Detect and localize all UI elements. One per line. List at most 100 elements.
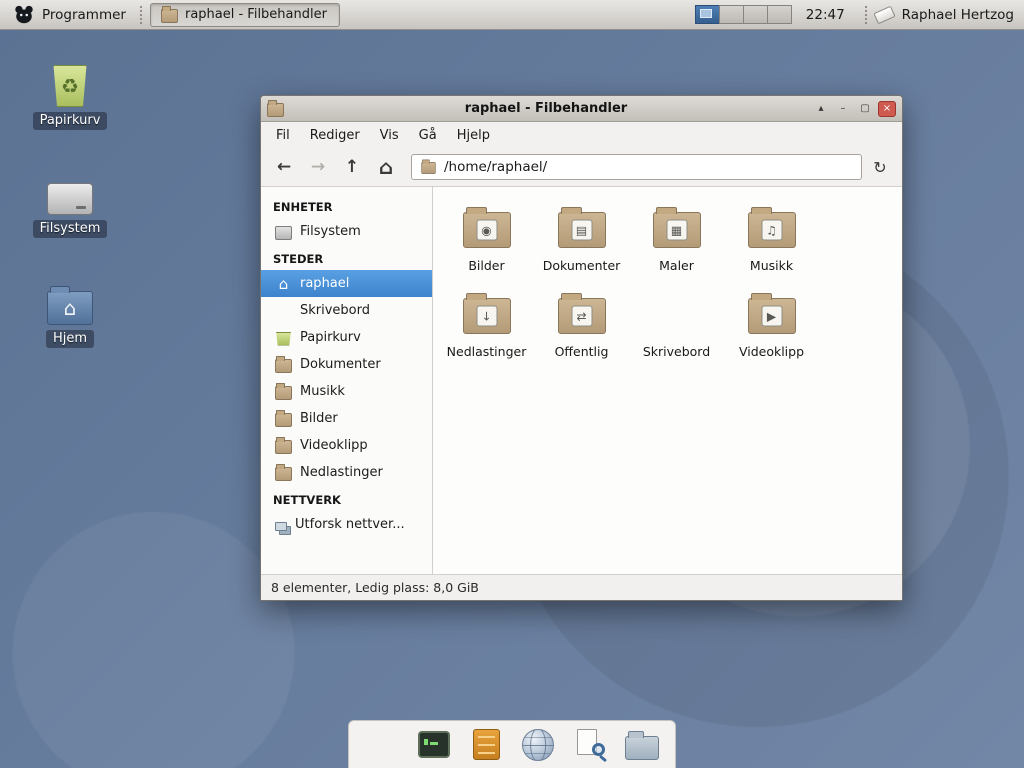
applications-menu[interactable]: Programmer <box>6 2 132 28</box>
terminal-launcher[interactable] <box>413 725 455 765</box>
file-name: Offentlig <box>534 344 629 359</box>
sidebar-item-label: Musikk <box>300 384 345 399</box>
home-button[interactable]: ⌂ <box>371 153 401 181</box>
menu-help[interactable]: Hjelp <box>448 125 499 146</box>
shade-button[interactable]: ▴ <box>812 101 830 117</box>
camera-emblem-icon: ◉ <box>476 220 497 241</box>
workspace-1[interactable] <box>695 5 720 24</box>
file-name: Bilder <box>439 258 534 273</box>
forward-button[interactable]: → <box>303 153 333 181</box>
xfce-logo-icon <box>12 3 36 27</box>
sidebar-item-label: Bilder <box>300 411 338 426</box>
file-item-skrivebord[interactable]: Skrivebord <box>629 285 724 359</box>
sidebar-item-pictures[interactable]: Bilder <box>261 405 432 432</box>
drive-icon <box>47 183 93 215</box>
house-glyph: ⌂ <box>64 296 77 320</box>
sidebar-item-label: Utforsk nettver... <box>295 517 405 532</box>
menu-view[interactable]: Vis <box>371 125 408 146</box>
file-item-bilder[interactable]: ◉ Bilder <box>439 199 534 273</box>
user-avatar-icon <box>873 5 895 24</box>
file-manager-launcher[interactable] <box>621 725 663 765</box>
folder-icon: ↓ <box>463 298 511 334</box>
workspace-2[interactable] <box>719 5 744 24</box>
music-emblem-icon: ♫ <box>761 220 782 241</box>
sidebar-item-trash[interactable]: Papirkurv <box>261 324 432 351</box>
dock <box>348 720 676 768</box>
sidebar-item-label: Nedlastinger <box>300 465 383 480</box>
menu-edit[interactable]: Rediger <box>301 125 369 146</box>
share-emblem-icon: ⇄ <box>571 306 592 327</box>
taskbar-button-label: raphael - Filbehandler <box>185 7 327 22</box>
sidebar-item-network[interactable]: Utforsk nettver... <box>261 511 432 538</box>
workspace-window-thumb <box>700 9 712 18</box>
sidebar-item-label: Videoklipp <box>300 438 368 453</box>
up-button[interactable]: ↑ <box>337 153 367 181</box>
file-cabinet-launcher[interactable] <box>465 725 507 765</box>
desktop-icon-label: Hjem <box>46 330 94 348</box>
refresh-button[interactable]: ↻ <box>866 153 894 181</box>
desktop-icon-filesystem[interactable]: Filsystem <box>25 163 115 238</box>
minimize-button[interactable]: – <box>834 101 852 117</box>
menu-file[interactable]: Fil <box>267 125 299 146</box>
search-icon <box>574 728 606 762</box>
file-item-dokumenter[interactable]: ▤ Dokumenter <box>534 199 629 273</box>
titlebar[interactable]: raphael - Filbehandler ▴ – ▢ × <box>261 96 902 122</box>
sidebar-item-label: Dokumenter <box>300 357 381 372</box>
panel-separator <box>864 5 868 25</box>
desktop-icon-trash[interactable]: ♻ Papirkurv <box>25 55 115 130</box>
sidebar-header-places: STEDER <box>261 245 432 270</box>
drive-icon <box>275 226 292 240</box>
folder-icon: ♫ <box>748 212 796 248</box>
location-path: /home/raphael/ <box>444 159 547 175</box>
search-launcher[interactable] <box>569 725 611 765</box>
network-icon <box>275 522 287 531</box>
file-name: Dokumenter <box>534 258 629 273</box>
sidebar-item-filesystem[interactable]: Filsystem <box>261 218 432 245</box>
folder-icon: ◉ <box>463 212 511 248</box>
home-folder-icon: ⌂ <box>47 291 93 325</box>
globe-icon <box>522 729 554 761</box>
menubar: Fil Rediger Vis Gå Hjelp <box>261 122 902 148</box>
desktop-icon-label: Papirkurv <box>33 112 108 130</box>
folder-icon <box>275 413 292 427</box>
desktop-icon <box>650 304 704 332</box>
web-browser-launcher[interactable] <box>517 725 559 765</box>
panel-right-area: 22:47 Raphael Hertzog <box>696 5 1018 25</box>
folder-icon: ▦ <box>653 212 701 248</box>
sidebar-item-desktop[interactable]: Skrivebord <box>261 297 432 324</box>
file-item-offentlig[interactable]: ⇄ Offentlig <box>534 285 629 359</box>
sidebar-item-downloads[interactable]: Nedlastinger <box>261 459 432 486</box>
taskbar-button-filemanager[interactable]: raphael - Filbehandler <box>150 3 340 27</box>
sidebar-item-label: Filsystem <box>300 224 361 239</box>
maximize-button[interactable]: ▢ <box>856 101 874 117</box>
workspace-3[interactable] <box>743 5 768 24</box>
workspace-switcher <box>696 5 792 24</box>
sidebar-item-videos[interactable]: Videoklipp <box>261 432 432 459</box>
location-bar[interactable]: /home/raphael/ <box>411 154 862 180</box>
file-cabinet-icon <box>473 729 500 760</box>
sidebar-item-label: Skrivebord <box>300 303 370 318</box>
folder-icon: ▶ <box>748 298 796 334</box>
desktop-icon-home[interactable]: ⌂ Hjem <box>25 273 115 348</box>
sidebar-item-documents[interactable]: Dokumenter <box>261 351 432 378</box>
show-desktop-button[interactable] <box>361 725 403 765</box>
statusbar-text: 8 elementer, Ledig plass: 8,0 GiB <box>271 580 479 595</box>
file-item-musikk[interactable]: ♫ Musikk <box>724 199 819 273</box>
file-item-nedlastinger[interactable]: ↓ Nedlastinger <box>439 285 534 359</box>
show-desktop-icon <box>363 735 401 755</box>
sidebar-item-music[interactable]: Musikk <box>261 378 432 405</box>
file-view[interactable]: ◉ Bilder ▤ Dokumenter ▦ Maler ♫ Musikk ↓… <box>433 187 902 574</box>
desktop-icon <box>275 305 292 319</box>
window-icon <box>161 9 178 23</box>
file-item-videoklipp[interactable]: ▶ Videoklipp <box>724 285 819 359</box>
close-button[interactable]: × <box>878 101 896 117</box>
user-menu[interactable]: Raphael Hertzog <box>902 7 1014 23</box>
menu-go[interactable]: Gå <box>410 125 446 146</box>
workspace-4[interactable] <box>767 5 792 24</box>
file-item-maler[interactable]: ▦ Maler <box>629 199 724 273</box>
trash-icon <box>275 332 292 346</box>
sidebar-item-home[interactable]: ⌂ raphael <box>261 270 432 297</box>
file-name: Musikk <box>724 258 819 273</box>
back-button[interactable]: ← <box>269 153 299 181</box>
clock[interactable]: 22:47 <box>806 7 845 23</box>
